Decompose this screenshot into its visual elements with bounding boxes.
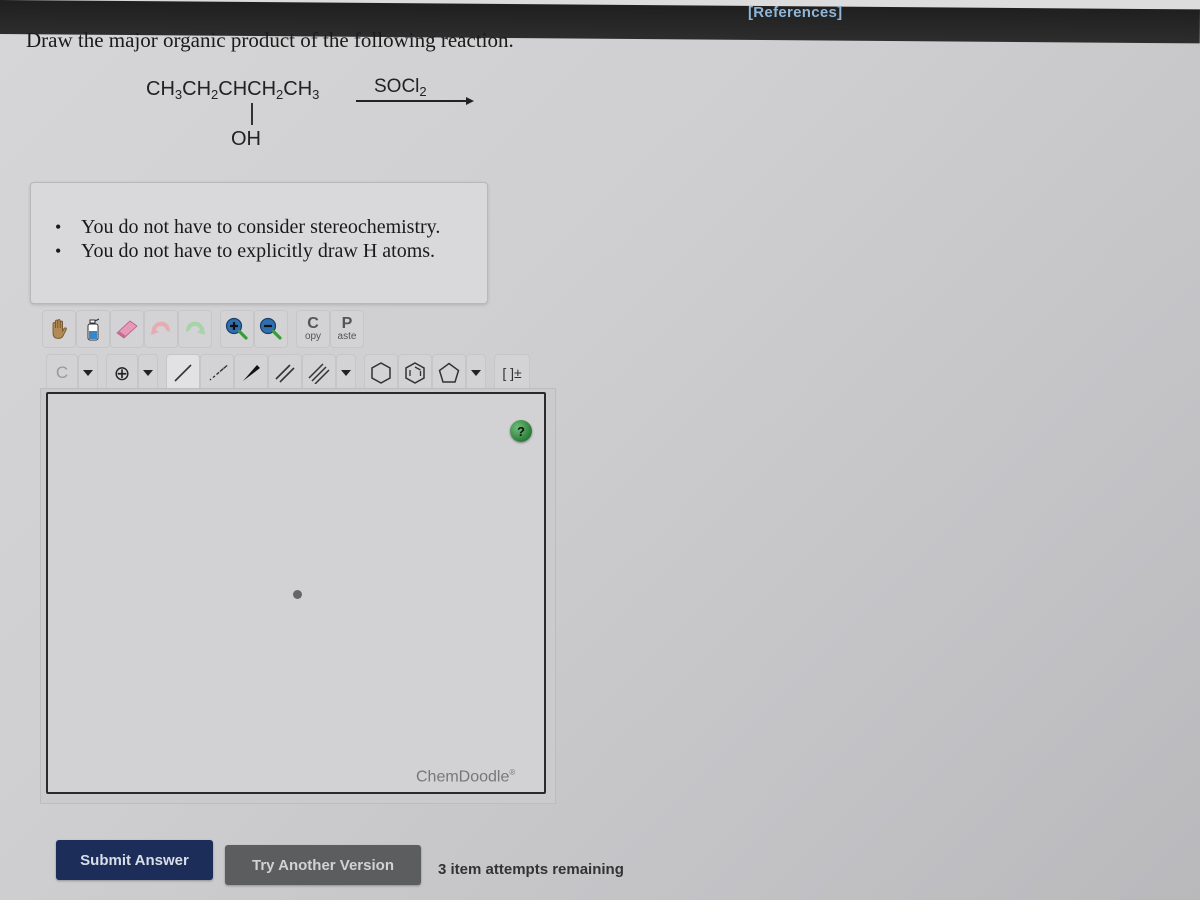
- registered-mark: ®: [509, 768, 516, 777]
- substituent-bond: [251, 103, 253, 125]
- spray-bottle-icon: [81, 316, 105, 342]
- triple-bond-button[interactable]: [302, 354, 336, 392]
- ring-group: [364, 354, 486, 392]
- chemdoodle-brand: ChemDoodle®: [416, 768, 515, 786]
- formula-part: CHCH: [218, 78, 277, 100]
- formula-subscript: 3: [312, 87, 320, 102]
- paste-label-rest: aste: [337, 331, 357, 342]
- cyclopentane-button[interactable]: [432, 354, 466, 392]
- question-mark-icon: ?: [517, 423, 525, 439]
- reactant-formula: CH3CH2CHCH2CH3: [146, 78, 319, 102]
- hydroxyl-substituent: OH: [231, 128, 261, 150]
- zoom-group: [220, 310, 288, 348]
- reaction-arrow: [356, 97, 474, 105]
- zoom-out-icon: [258, 316, 284, 342]
- edit-tools-group: [42, 310, 212, 348]
- atom-group: C: [46, 354, 98, 392]
- toolbar-row-2: C ⊕ []±: [46, 354, 536, 392]
- help-button[interactable]: ?: [510, 420, 532, 442]
- hand-tool-button[interactable]: [42, 310, 76, 348]
- double-bond-icon: [274, 362, 296, 384]
- benzene-button[interactable]: [398, 354, 432, 392]
- copy-label-rest: opy: [304, 331, 322, 342]
- cyclopentane-icon: [437, 361, 461, 385]
- toolbar-row-1: C opy P aste: [42, 310, 370, 348]
- hand-icon: [47, 317, 71, 341]
- bond-group: [166, 354, 356, 392]
- cursor-dot: [293, 590, 302, 599]
- bracket-icon: [ ]±: [502, 365, 522, 381]
- hint-item: You do not have to consider stereochemis…: [55, 215, 440, 239]
- redo-button[interactable]: [178, 310, 212, 348]
- redo-icon: [182, 318, 208, 340]
- paste-button[interactable]: P aste: [330, 310, 364, 348]
- undo-icon: [148, 318, 174, 340]
- caret-down-icon: [143, 370, 153, 376]
- zoom-in-button[interactable]: [220, 310, 254, 348]
- question-prompt: Draw the major organic product of the fo…: [26, 28, 514, 52]
- hint-item: You do not have to explicitly draw H ato…: [55, 239, 440, 263]
- plus-charge-icon: ⊕: [113, 362, 131, 385]
- brand-text: ChemDoodle: [416, 768, 510, 786]
- cyclohexane-button[interactable]: [364, 354, 398, 392]
- copy-button[interactable]: C opy: [296, 310, 330, 348]
- clear-button[interactable]: [76, 310, 110, 348]
- caret-down-icon: [471, 370, 481, 376]
- caret-down-icon: [341, 370, 351, 376]
- hints-box: You do not have to consider stereochemis…: [30, 182, 488, 304]
- atom-carbon-button[interactable]: C: [46, 354, 78, 392]
- paste-label-initial: P: [341, 315, 353, 332]
- formula-part: CH: [182, 78, 212, 100]
- formula-part: CH: [146, 78, 175, 100]
- caret-down-icon: [83, 370, 93, 376]
- try-another-version-button[interactable]: Try Another Version: [225, 845, 421, 885]
- copy-label-initial: C: [307, 315, 319, 332]
- reagent-base: SOCl: [374, 76, 420, 97]
- reagent-label: SOCl2: [374, 76, 427, 99]
- clipboard-group: C opy P aste: [296, 310, 364, 348]
- bond-dropdown[interactable]: [336, 354, 356, 392]
- attempts-remaining-text: 3 item attempts remaining: [438, 861, 624, 878]
- bracket-charge-button[interactable]: [ ]±: [494, 354, 530, 392]
- reagent-subscript: 2: [419, 84, 427, 99]
- hashed-bond-icon: [206, 362, 228, 384]
- eraser-icon: [114, 318, 140, 340]
- references-link[interactable]: [References]: [748, 4, 842, 21]
- hashed-bond-button[interactable]: [200, 354, 234, 392]
- submit-answer-button[interactable]: Submit Answer: [56, 840, 213, 880]
- hints-list: You do not have to consider stereochemis…: [55, 215, 440, 263]
- wedge-bond-button[interactable]: [234, 354, 268, 392]
- atom-dropdown[interactable]: [78, 354, 98, 392]
- benzene-icon: [403, 361, 427, 385]
- bracket-group: [ ]±: [494, 354, 530, 392]
- cyclohexane-icon: [369, 361, 393, 385]
- undo-button[interactable]: [144, 310, 178, 348]
- single-bond-button[interactable]: [166, 354, 200, 392]
- charge-group: ⊕: [106, 354, 158, 392]
- zoom-out-button[interactable]: [254, 310, 288, 348]
- double-bond-button[interactable]: [268, 354, 302, 392]
- atom-label: C: [55, 363, 69, 382]
- charge-button[interactable]: ⊕: [106, 354, 138, 392]
- single-bond-icon: [172, 362, 194, 384]
- zoom-in-icon: [224, 316, 250, 342]
- formula-part: CH: [283, 78, 313, 100]
- charge-dropdown[interactable]: [138, 354, 158, 392]
- triple-bond-icon: [308, 362, 330, 384]
- ring-dropdown[interactable]: [466, 354, 486, 392]
- eraser-button[interactable]: [110, 310, 144, 348]
- wedge-bond-icon: [240, 362, 262, 384]
